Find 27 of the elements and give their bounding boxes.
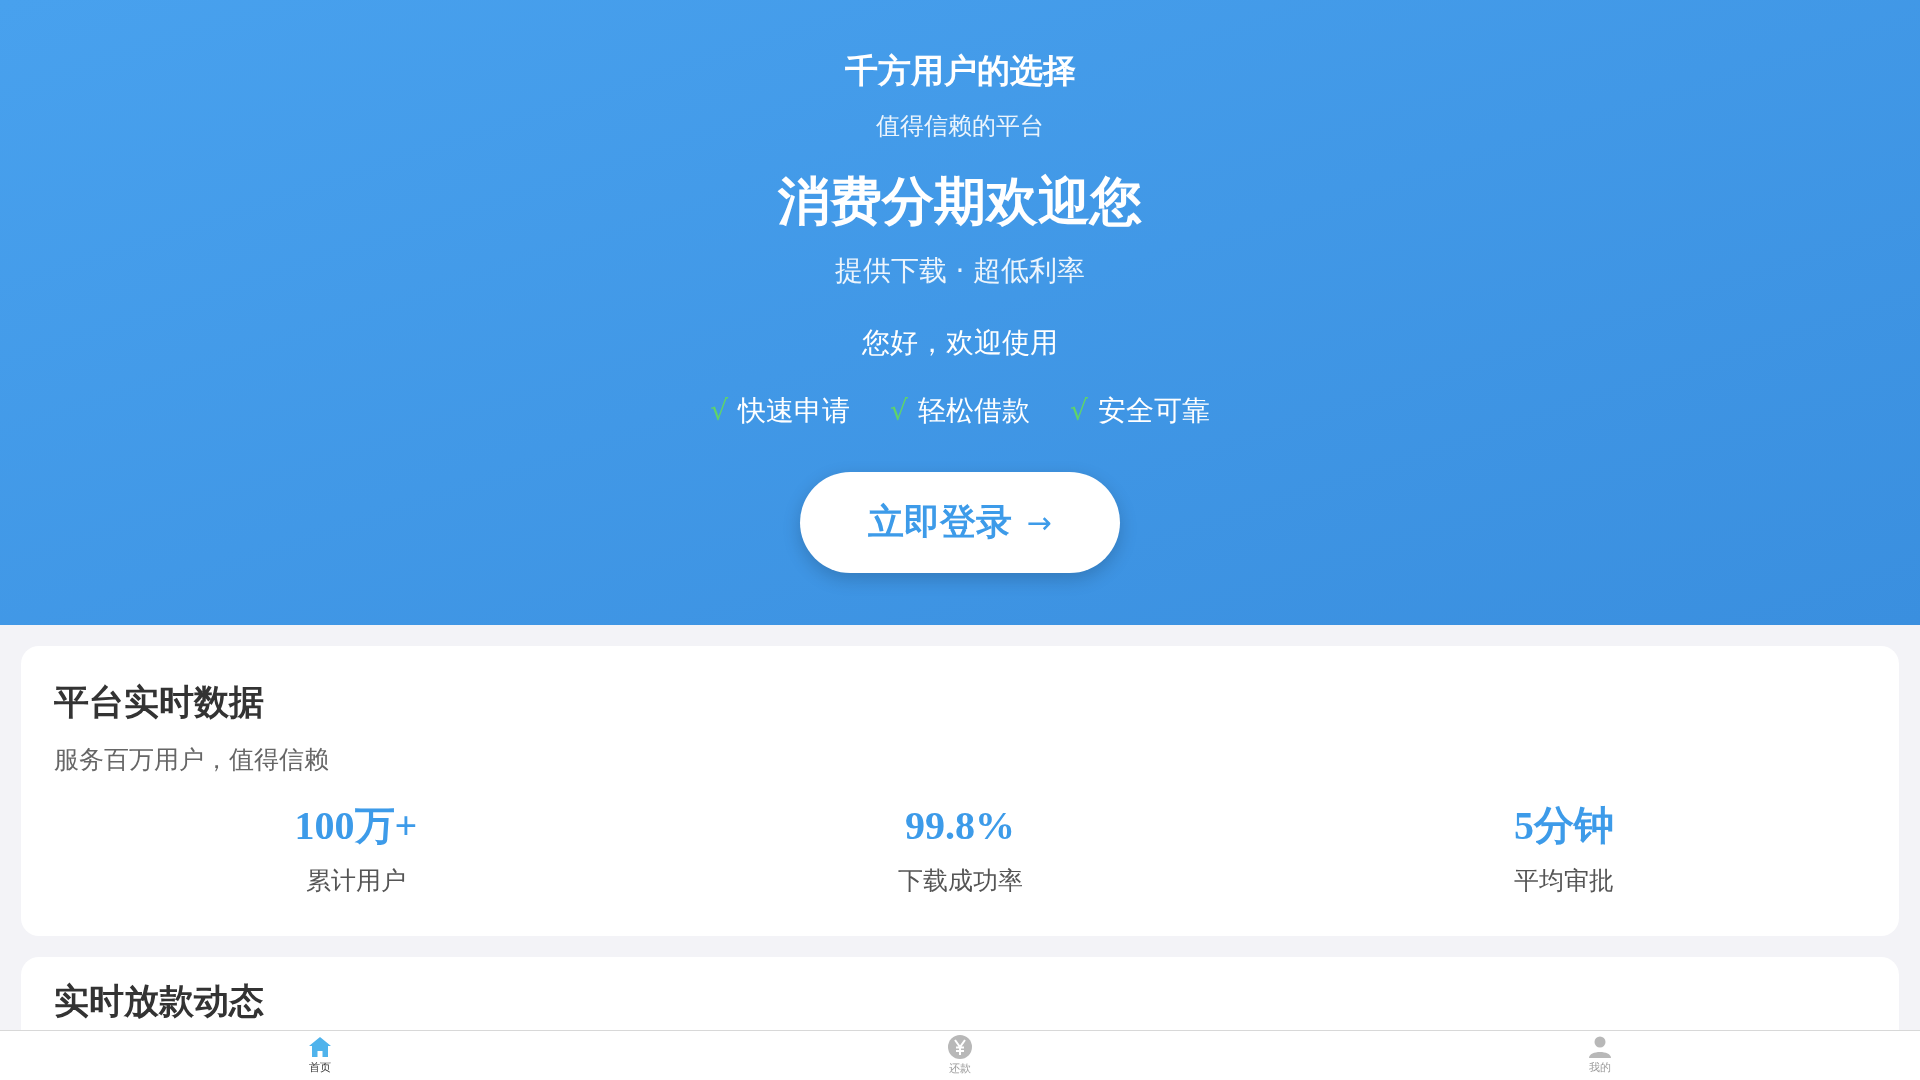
- headline: 消费分期欢迎您: [778, 169, 1142, 233]
- stat-label: 下载成功率: [897, 865, 1023, 897]
- yuan-coin-icon: [947, 1033, 973, 1060]
- nav-tab[interactable]: 还款: [640, 1031, 1280, 1080]
- stat-value: 100万+: [294, 802, 418, 850]
- hero-title: 千方用户的选择: [844, 50, 1076, 92]
- feature-label: 快速申请: [738, 392, 851, 429]
- card-subtitle: 服务百万用户，值得信赖: [54, 743, 330, 776]
- feature-label: 安全可靠: [1097, 392, 1210, 429]
- greeting: 您好，欢迎使用: [862, 324, 1058, 361]
- hero-subtitle: 值得信赖的平台: [876, 110, 1044, 142]
- card-title: 平台实时数据: [54, 681, 265, 724]
- check-mark: √: [890, 392, 908, 429]
- stat-label: 平均审批: [1514, 865, 1614, 897]
- user-icon: [1588, 1034, 1612, 1059]
- check-mark: √: [1069, 392, 1088, 429]
- stat-value: 5分钟: [1514, 802, 1614, 850]
- check-mark: √: [710, 392, 729, 429]
- nav-tab[interactable]: 我的: [1280, 1031, 1920, 1080]
- tagline: 提供下载 · 超低利率: [834, 252, 1086, 289]
- card-title: 实时放款动态: [54, 980, 265, 1023]
- stat-label: 累计用户: [306, 865, 406, 897]
- login-button[interactable]: 立即登录 →: [800, 471, 1120, 573]
- feature-label: 轻松借款: [917, 392, 1030, 429]
- home-icon: [308, 1034, 332, 1059]
- nav-tab[interactable]: 首页: [0, 1031, 640, 1080]
- stat-value: 99.8%: [905, 802, 1015, 850]
